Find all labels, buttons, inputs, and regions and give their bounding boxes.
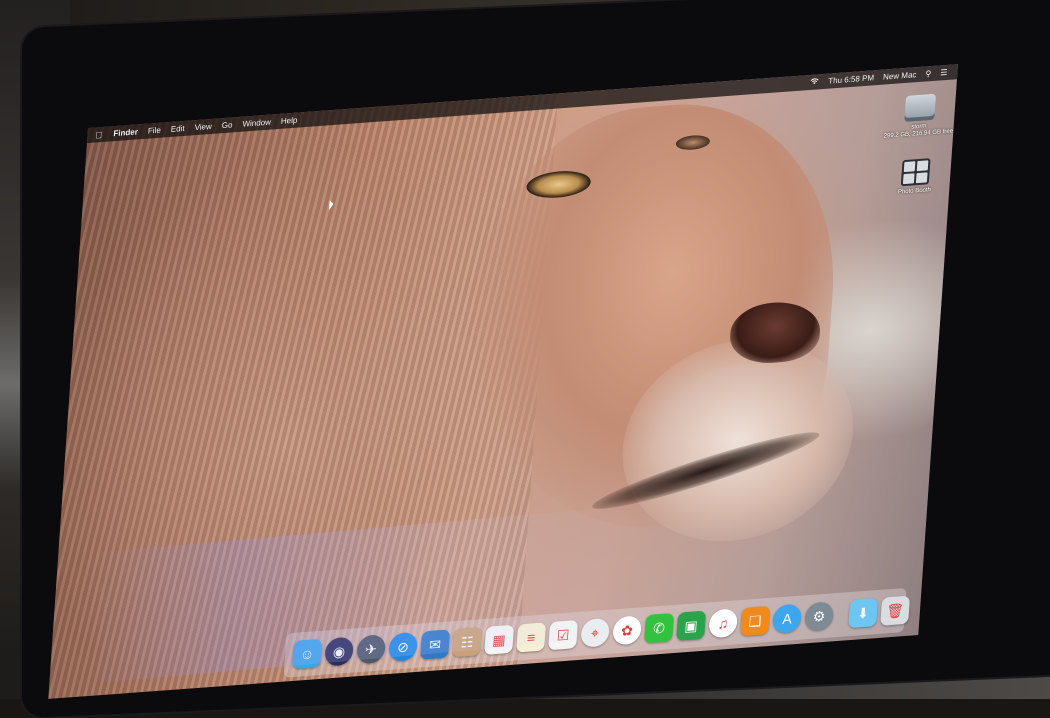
menu-view[interactable]: View [194, 119, 212, 135]
menu-help[interactable]: Help [280, 113, 298, 129]
clock[interactable]: Thu 6:58 PM [828, 70, 875, 88]
photo-booth-icon [900, 158, 931, 187]
contacts-icon[interactable]: ☷ [452, 627, 483, 658]
desktop-icon-storm[interactable]: storm 299.2 GB, 216.94 GB free [883, 92, 956, 140]
messages-icon[interactable]: ✆ [644, 612, 675, 644]
calendar-icon[interactable]: ▦ [484, 624, 515, 655]
app-store-icon[interactable]: A [772, 603, 803, 634]
dock-separator [840, 599, 843, 630]
wallpaper-lion-mane [48, 93, 558, 699]
itunes-icon[interactable]: ♫ [708, 608, 739, 639]
notification-center-icon[interactable]: ☰ [940, 65, 948, 81]
spotlight-icon[interactable]: ⚲ [925, 66, 932, 82]
mail-icon[interactable]: ✉ [420, 629, 451, 660]
menu-finder[interactable]: Finder [113, 124, 139, 141]
menu-window[interactable]: Window [242, 115, 272, 132]
launchpad-icon[interactable]: ✈ [356, 634, 387, 665]
desktop-screen[interactable]:  Finder File Edit View Go Window Help T… [48, 64, 959, 699]
trash-icon[interactable]: 🗑 [880, 595, 911, 626]
menu-go[interactable]: Go [221, 117, 233, 133]
user-menu[interactable]: New Mac [883, 67, 917, 85]
reminders-icon[interactable]: ☑ [548, 620, 579, 651]
downloads-folder-icon[interactable]: ⬇ [848, 597, 879, 629]
photos-icon[interactable]: ✿ [612, 615, 643, 646]
menu-edit[interactable]: Edit [170, 121, 185, 137]
facetime-icon[interactable]: ▣ [676, 610, 707, 641]
desktop-icon-label: Photo Booth [897, 187, 932, 196]
desktop-icon-photo-booth[interactable]: Photo Booth [879, 157, 952, 198]
hard-drive-icon [904, 93, 937, 123]
apple-menu-icon[interactable]:  [95, 129, 106, 140]
mouse-pointer [329, 199, 334, 211]
safari-icon[interactable]: ⊘ [388, 631, 419, 662]
menu-file[interactable]: File [147, 123, 162, 139]
ibooks-icon[interactable]: ❑ [740, 605, 771, 637]
notes-icon[interactable]: ≡ [516, 622, 547, 653]
maps-icon[interactable]: ⌖ [580, 617, 611, 648]
finder-icon[interactable]: ☺ [292, 638, 323, 670]
system-preferences-icon[interactable]: ⚙ [804, 601, 835, 632]
siri-icon[interactable]: ◉ [324, 636, 355, 667]
wifi-icon[interactable] [809, 74, 820, 90]
